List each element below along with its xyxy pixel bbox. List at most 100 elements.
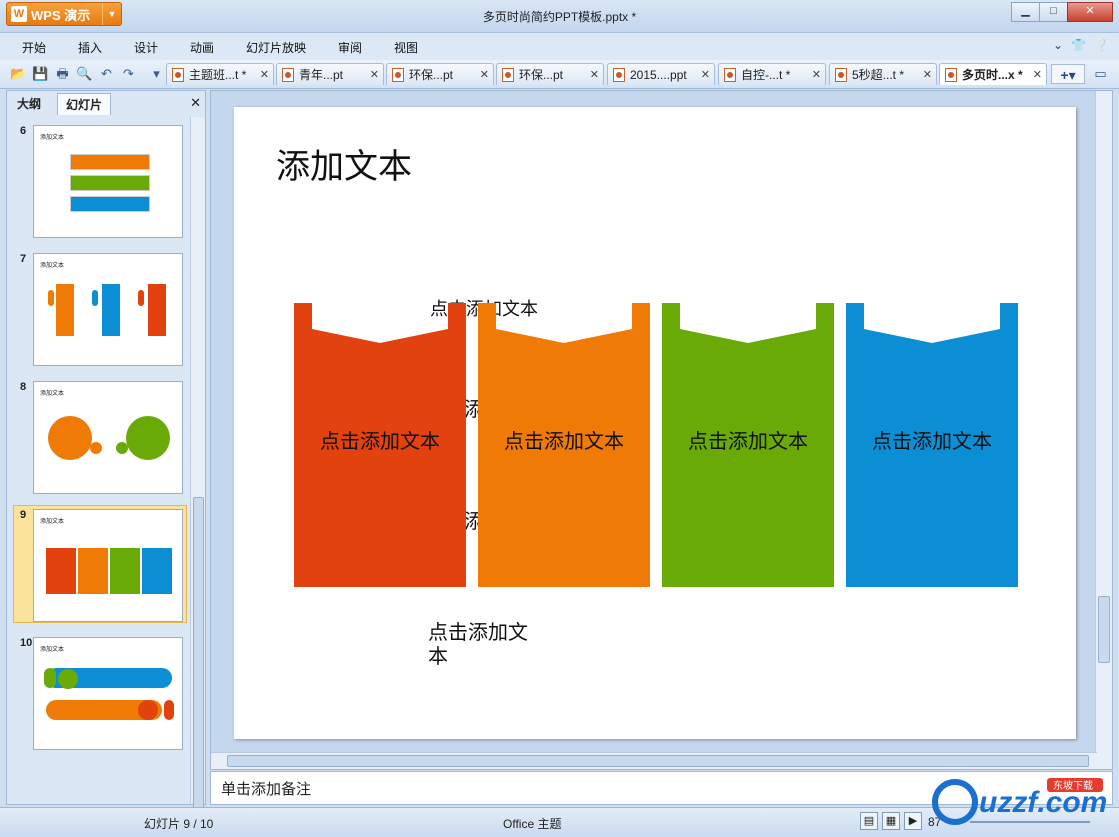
ppt-file-icon bbox=[613, 68, 625, 82]
chevron-down-icon[interactable]: ⌄ bbox=[1053, 38, 1063, 52]
card-label[interactable]: 点击添加文本 bbox=[478, 425, 650, 454]
notes-placeholder[interactable]: 单击添加备注 bbox=[221, 778, 311, 799]
normal-view-icon[interactable]: ▤ bbox=[860, 812, 878, 830]
uzzf-watermark-logo: uzzf.com 东坡下载 bbox=[932, 778, 1107, 825]
thumb-card bbox=[142, 548, 172, 594]
slide-title[interactable]: 添加文本 bbox=[276, 139, 412, 188]
thumbnail-slide-8[interactable]: 添加文本 bbox=[33, 381, 183, 494]
thumbnail-slide-10[interactable]: 添加文本 bbox=[33, 637, 183, 750]
ppt-file-icon bbox=[502, 68, 514, 82]
theme-name: Office 主题 bbox=[503, 817, 562, 831]
ppt-file-icon bbox=[945, 68, 957, 82]
tab-list-icon[interactable]: ▭ bbox=[1092, 65, 1109, 82]
thumbnail-slide-9[interactable]: 添加文本 bbox=[33, 509, 183, 622]
thumb-number: 10 bbox=[20, 637, 33, 649]
menu-slideshow[interactable]: 幻灯片放映 bbox=[246, 39, 306, 56]
thumb-bar bbox=[70, 154, 150, 170]
close-tab-icon[interactable]: ✕ bbox=[590, 64, 599, 85]
ppt-file-icon bbox=[282, 68, 294, 82]
close-icon[interactable]: ✕ bbox=[190, 95, 201, 111]
ppt-file-icon bbox=[392, 68, 404, 82]
thumb-circle bbox=[90, 442, 102, 454]
thumb-number: 6 bbox=[20, 125, 27, 137]
thumb-bar bbox=[70, 196, 150, 212]
new-tab-button[interactable]: +▾ bbox=[1051, 64, 1085, 84]
thumbnail-scrollbar[interactable] bbox=[190, 117, 205, 809]
bottom-text-box[interactable]: 点击添加文本 bbox=[428, 621, 540, 669]
person-icon bbox=[48, 290, 54, 306]
slides-pane: 大纲 幻灯片 ✕ 6 添加文本 7 添加文本 8 添加文本 9 添加文本 10 … bbox=[6, 90, 206, 809]
thumb-circle bbox=[58, 669, 78, 689]
doc-tab[interactable]: 环保...pt ✕ bbox=[386, 63, 494, 85]
print-icon[interactable]: 🖶 bbox=[54, 65, 71, 82]
close-tab-icon[interactable]: ✕ bbox=[260, 64, 269, 85]
thumb-card bbox=[110, 548, 140, 594]
close-tab-icon[interactable]: ✕ bbox=[1033, 64, 1042, 85]
close-tab-icon[interactable]: ✕ bbox=[812, 64, 821, 85]
thumb-bar bbox=[164, 700, 174, 720]
thumb-number: 8 bbox=[20, 381, 27, 393]
close-tab-icon[interactable]: ✕ bbox=[701, 64, 710, 85]
doc-tab[interactable]: 2015....ppt ✕ bbox=[607, 63, 715, 85]
menu-bar: 开始 插入 设计 动画 幻灯片放映 审阅 视图 ⌄ 👕 ❔ bbox=[0, 33, 1119, 60]
thumbnail-slide-6[interactable]: 添加文本 bbox=[33, 125, 183, 238]
card-label[interactable]: 点击添加文本 bbox=[294, 425, 466, 454]
menu-home[interactable]: 开始 bbox=[22, 39, 46, 56]
close-tab-icon[interactable]: ✕ bbox=[480, 64, 489, 85]
thumb-circle bbox=[126, 416, 170, 460]
scrollbar-thumb[interactable] bbox=[227, 755, 1089, 767]
menu-animation[interactable]: 动画 bbox=[190, 39, 214, 56]
customize-dropdown-icon[interactable]: ▾ bbox=[148, 65, 165, 82]
thumb-bar bbox=[44, 668, 56, 688]
skin-shirt-icon[interactable]: 👕 bbox=[1071, 38, 1086, 52]
thumb-number: 7 bbox=[20, 253, 27, 265]
slide-canvas[interactable]: 添加文本 点击添加文本 添 添 点击添加文本 点击添加文本 点击添加文本 点击添… bbox=[234, 107, 1076, 739]
slide-counter: 幻灯片 9 / 10 bbox=[144, 817, 214, 831]
menu-insert[interactable]: 插入 bbox=[78, 39, 102, 56]
doc-tab-active[interactable]: 多页时...x * ✕ bbox=[939, 63, 1047, 85]
scrollbar-thumb[interactable] bbox=[1098, 596, 1110, 663]
doc-tab[interactable]: 主题班...t * ✕ bbox=[166, 63, 274, 85]
editor-horizontal-scrollbar[interactable] bbox=[211, 752, 1097, 769]
maximize-button[interactable]: □ bbox=[1039, 2, 1068, 22]
slide-editor: 添加文本 点击添加文本 添 添 点击添加文本 点击添加文本 点击添加文本 点击添… bbox=[210, 90, 1113, 770]
menu-design[interactable]: 设计 bbox=[134, 39, 158, 56]
tab-slides[interactable]: 幻灯片 bbox=[57, 93, 111, 115]
close-tab-icon[interactable]: ✕ bbox=[370, 64, 379, 85]
thumb-circle bbox=[138, 700, 158, 720]
close-button[interactable]: ✕ bbox=[1067, 2, 1113, 22]
close-tab-icon[interactable]: ✕ bbox=[923, 64, 932, 85]
slide-sorter-view-icon[interactable]: ▦ bbox=[882, 812, 900, 830]
doc-tab[interactable]: 青年...pt ✕ bbox=[276, 63, 384, 85]
slideshow-view-icon[interactable]: ▶ bbox=[904, 812, 922, 830]
doc-tab[interactable]: 5秒超...t * ✕ bbox=[829, 63, 937, 85]
doc-tab[interactable]: 环保...pt ✕ bbox=[496, 63, 604, 85]
undo-icon[interactable]: ↶ bbox=[98, 65, 115, 82]
thumb-number: 9 bbox=[20, 509, 27, 521]
thumbnail-slide-7[interactable]: 添加文本 bbox=[33, 253, 183, 366]
ppt-file-icon bbox=[835, 68, 847, 82]
print-preview-icon[interactable]: 🔍 bbox=[76, 65, 93, 82]
open-folder-icon[interactable]: 📂 bbox=[10, 65, 27, 82]
minimize-button[interactable]: ▁ bbox=[1011, 2, 1040, 22]
thumb-circle bbox=[48, 416, 92, 460]
doc-tab[interactable]: 自控-...t * ✕ bbox=[718, 63, 826, 85]
menu-review[interactable]: 审阅 bbox=[338, 39, 362, 56]
title-bar: W WPS 演示 ▼ 多页时尚简约PPT模板.pptx * ▁ □ ✕ bbox=[0, 0, 1119, 33]
svg-text:东坡下载: 东坡下载 bbox=[1053, 779, 1093, 792]
card-label[interactable]: 点击添加文本 bbox=[846, 425, 1018, 454]
redo-icon[interactable]: ↷ bbox=[120, 65, 137, 82]
thumb-bar bbox=[70, 175, 150, 191]
thumb-card bbox=[46, 548, 76, 594]
tab-outline[interactable]: 大纲 bbox=[9, 93, 49, 115]
thumb-bar bbox=[148, 284, 166, 336]
card-label[interactable]: 点击添加文本 bbox=[662, 425, 834, 454]
menu-view[interactable]: 视图 bbox=[394, 39, 418, 56]
person-icon bbox=[92, 290, 98, 306]
help-icon[interactable]: ❔ bbox=[1094, 38, 1109, 52]
save-icon[interactable]: 💾 bbox=[32, 65, 49, 82]
thumb-bar bbox=[102, 284, 120, 336]
scrollbar-thumb[interactable] bbox=[193, 497, 204, 809]
editor-vertical-scrollbar[interactable] bbox=[1095, 91, 1112, 769]
ppt-file-icon bbox=[172, 68, 184, 82]
